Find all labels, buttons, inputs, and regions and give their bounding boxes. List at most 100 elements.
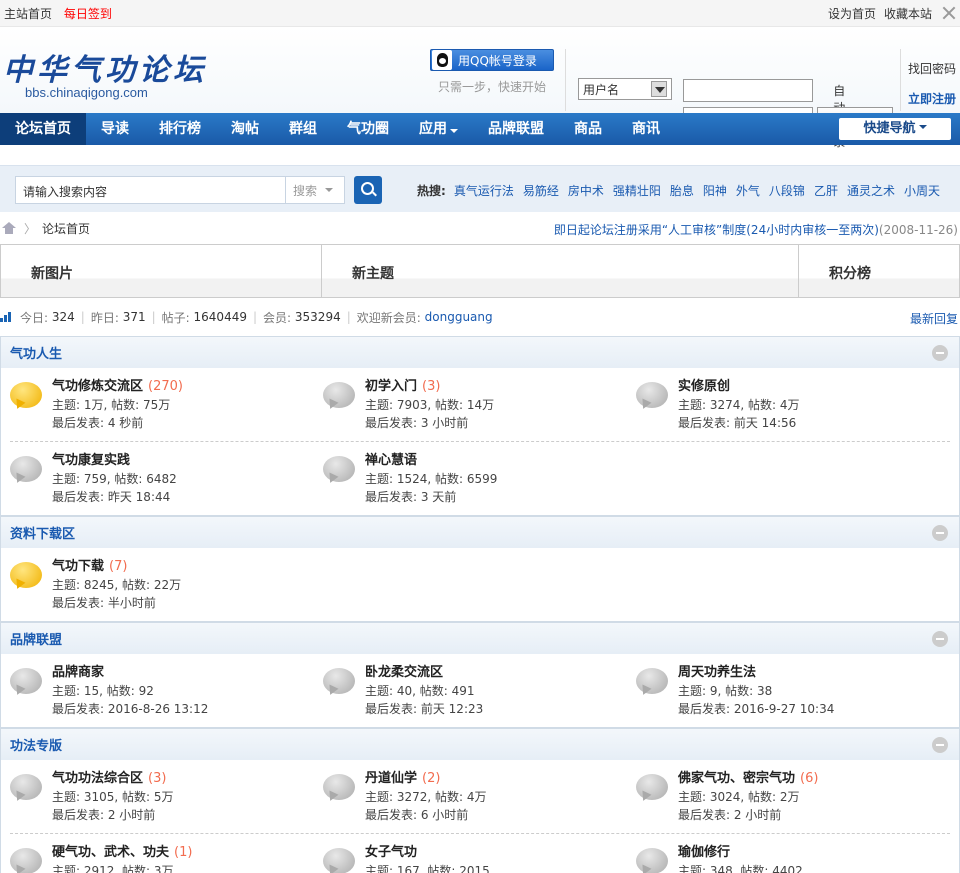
forum-item[interactable]: 瑜伽修行 主题: 348, 帖数: 4402 bbox=[627, 844, 940, 873]
quick-nav-button[interactable]: 快捷导航 bbox=[839, 118, 951, 140]
collapse-icon[interactable] bbox=[932, 631, 948, 647]
forum-name[interactable]: 佛家气功、密宗气功 bbox=[678, 771, 795, 786]
hot-search-term[interactable]: 易筋经 bbox=[523, 182, 559, 199]
newest-member-link[interactable]: dongguang bbox=[425, 310, 493, 324]
forum-name[interactable]: 硬气功、武术、功夫 bbox=[52, 845, 169, 860]
collapse-icon[interactable] bbox=[932, 345, 948, 361]
forum-item[interactable]: 佛家气功、密宗气功 (6) 主题: 3024, 帖数: 2万 最后发表: 2 小时前 bbox=[636, 770, 949, 827]
tab-points-ranking[interactable]: 积分榜 bbox=[799, 245, 959, 297]
hot-search-term[interactable]: 外气 bbox=[736, 182, 760, 199]
search-icon[interactable] bbox=[354, 176, 382, 204]
nav-forum-home[interactable]: 论坛首页 bbox=[0, 113, 86, 145]
hot-search-term[interactable]: 真气运行法 bbox=[454, 182, 514, 199]
forum-name[interactable]: 卧龙柔交流区 bbox=[365, 665, 443, 680]
collapse-icon[interactable] bbox=[932, 737, 948, 753]
search-type-select[interactable]: 搜索 bbox=[286, 176, 345, 204]
forum-last-post[interactable]: 最后发表: 4 秒前 bbox=[52, 414, 183, 432]
hot-search-term[interactable]: 乙肝 bbox=[814, 182, 838, 199]
forum-name[interactable]: 品牌商家 bbox=[52, 665, 104, 680]
hot-search-term[interactable]: 通灵之术 bbox=[847, 182, 895, 199]
forum-item[interactable]: 品牌商家 主题: 15, 帖数: 92 最后发表: 2016-8-26 13:12 bbox=[1, 664, 314, 721]
forum-last-post[interactable]: 最后发表: 3 小时前 bbox=[365, 414, 494, 432]
tab-new-topics[interactable]: 新主题 bbox=[322, 245, 799, 297]
nav-apps[interactable]: 应用 bbox=[404, 113, 473, 145]
forum-last-post[interactable]: 最后发表: 2016-8-26 13:12 bbox=[52, 700, 208, 718]
set-homepage-link[interactable]: 设为首页 bbox=[828, 5, 876, 22]
forum-last-post[interactable]: 最后发表: 昨天 18:44 bbox=[52, 488, 177, 506]
nav-news[interactable]: 商讯 bbox=[617, 113, 675, 145]
site-home-link[interactable]: 主站首页 bbox=[4, 7, 52, 21]
forum-name[interactable]: 女子气功 bbox=[365, 845, 417, 860]
search-input[interactable]: 请输入搜索内容 bbox=[15, 176, 286, 204]
forum-item[interactable]: 丹道仙学 (2) 主题: 3272, 帖数: 4万 最后发表: 6 小时前 bbox=[323, 770, 636, 827]
forum-item[interactable]: 气功功法综合区 (3) 主题: 3105, 帖数: 5万 最后发表: 2 小时前 bbox=[10, 770, 323, 827]
daily-checkin-link[interactable]: 每日签到 bbox=[64, 7, 112, 21]
section-header[interactable]: 气功人生 bbox=[1, 336, 959, 368]
forum-name[interactable]: 丹道仙学 bbox=[365, 771, 417, 786]
nav-ranking[interactable]: 排行榜 bbox=[144, 113, 216, 145]
hot-search-term[interactable]: 强精壮阳 bbox=[613, 182, 661, 199]
favorite-link[interactable]: 收藏本站 bbox=[884, 5, 932, 22]
yesterday-count: 371 bbox=[122, 310, 146, 324]
section-header[interactable]: 功法专版 bbox=[1, 728, 959, 760]
forum-last-post[interactable]: 最后发表: 半小时前 bbox=[52, 594, 181, 612]
register-link[interactable]: 立即注册 bbox=[908, 90, 956, 107]
forum-name[interactable]: 禅心慧语 bbox=[365, 453, 417, 468]
forum-last-post[interactable]: 最后发表: 前天 14:56 bbox=[678, 414, 800, 432]
forum-name[interactable]: 气功功法综合区 bbox=[52, 771, 143, 786]
forum-name[interactable]: 气功修炼交流区 bbox=[52, 379, 143, 394]
collapse-icon[interactable] bbox=[932, 525, 948, 541]
qq-login-button[interactable]: 用QQ帐号登录 bbox=[430, 49, 554, 71]
tab-new-images[interactable]: 新图片 bbox=[1, 245, 322, 297]
forum-last-post[interactable]: 最后发表: 2 小时前 bbox=[52, 806, 174, 824]
expand-icon[interactable] bbox=[942, 6, 956, 20]
username-input[interactable] bbox=[683, 79, 813, 102]
forum-last-post[interactable]: 最后发表: 2016-9-27 10:34 bbox=[678, 700, 834, 718]
forum-item[interactable]: 周天功养生法 主题: 9, 帖数: 38 最后发表: 2016-9-27 10:34 bbox=[627, 664, 940, 721]
forum-item[interactable]: 气功修炼交流区 (270) 主题: 1万, 帖数: 75万 最后发表: 4 秒前 bbox=[10, 378, 323, 435]
nav-collections[interactable]: 淘帖 bbox=[216, 113, 274, 145]
forum-item[interactable]: 硬气功、武术、功夫 (1) 主题: 2912, 帖数: 3万 bbox=[1, 844, 314, 873]
find-password-link[interactable]: 找回密码 bbox=[908, 60, 956, 77]
breadcrumb-current[interactable]: 论坛首页 bbox=[42, 220, 90, 237]
hot-search-term[interactable]: 阳神 bbox=[703, 182, 727, 199]
forum-last-post[interactable]: 最后发表: 2 小时前 bbox=[678, 806, 818, 824]
hot-search: 热搜: 真气运行法 易筋经 房中术 强精壮阳 胎息 阳神 外气 八段锦 乙肝 通… bbox=[417, 182, 949, 199]
section-header[interactable]: 资料下载区 bbox=[1, 516, 959, 548]
forum-item[interactable]: 禅心慧语 主题: 1524, 帖数: 6599 最后发表: 3 天前 bbox=[314, 452, 627, 509]
login-type-select[interactable]: 用户名 bbox=[578, 78, 672, 100]
hot-search-term[interactable]: 房中术 bbox=[568, 182, 604, 199]
forum-name[interactable]: 周天功养生法 bbox=[678, 665, 756, 680]
forum-item[interactable]: 实修原创 主题: 3274, 帖数: 4万 最后发表: 前天 14:56 bbox=[636, 378, 949, 435]
forum-name[interactable]: 初学入门 bbox=[365, 379, 417, 394]
nav-guide[interactable]: 导读 bbox=[86, 113, 144, 145]
forum-name[interactable]: 气功下载 bbox=[52, 559, 104, 574]
notice-text: 即日起论坛注册采用“人工审核”制度(24小时内审核一至两次) bbox=[553, 223, 879, 237]
nav-goods[interactable]: 商品 bbox=[559, 113, 617, 145]
site-notice[interactable]: 即日起论坛注册采用“人工审核”制度(24小时内审核一至两次)(2008-11-2… bbox=[554, 221, 958, 238]
hot-search-term[interactable]: 胎息 bbox=[670, 182, 694, 199]
home-icon[interactable] bbox=[2, 222, 16, 234]
nav-brand-alliance[interactable]: 品牌联盟 bbox=[473, 113, 559, 145]
hot-search-term[interactable]: 小周天 bbox=[904, 182, 940, 199]
forum-item[interactable]: 女子气功 主题: 167, 帖数: 2015 bbox=[314, 844, 627, 873]
forum-item[interactable]: 卧龙柔交流区 主题: 40, 帖数: 491 最后发表: 前天 12:23 bbox=[314, 664, 627, 721]
nav-groups[interactable]: 群组 bbox=[274, 113, 332, 145]
forum-last-post[interactable]: 最后发表: 3 天前 bbox=[365, 488, 497, 506]
latest-reply-link[interactable]: 最新回复 bbox=[910, 310, 958, 327]
forum-name[interactable]: 瑜伽修行 bbox=[678, 845, 730, 860]
hot-search-term[interactable]: 八段锦 bbox=[769, 182, 805, 199]
forum-item[interactable]: 气功下载 (7) 主题: 8245, 帖数: 22万 最后发表: 半小时前 bbox=[1, 558, 314, 615]
nav-qigong-circle[interactable]: 气功圈 bbox=[332, 113, 404, 145]
caret-down-icon bbox=[450, 129, 458, 137]
section-header[interactable]: 品牌联盟 bbox=[1, 622, 959, 654]
forum-section: 品牌联盟品牌商家 主题: 15, 帖数: 92 最后发表: 2016-8-26 13… bbox=[0, 622, 960, 728]
forum-section: 气功人生气功修炼交流区 (270) 主题: 1万, 帖数: 75万 最后发表: 4 秒… bbox=[0, 336, 960, 516]
site-logo[interactable]: 中华气功论坛 bbs.chinaqigong.com bbox=[3, 45, 207, 100]
forum-name[interactable]: 实修原创 bbox=[678, 379, 730, 394]
forum-item[interactable]: 气功康复实践 主题: 759, 帖数: 6482 最后发表: 昨天 18:44 bbox=[1, 452, 314, 509]
forum-item[interactable]: 初学入门 (3) 主题: 7903, 帖数: 14万 最后发表: 3 小时前 bbox=[323, 378, 636, 435]
forum-name[interactable]: 气功康复实践 bbox=[52, 453, 130, 468]
forum-last-post[interactable]: 最后发表: 6 小时前 bbox=[365, 806, 487, 824]
forum-last-post[interactable]: 最后发表: 前天 12:23 bbox=[365, 700, 483, 718]
